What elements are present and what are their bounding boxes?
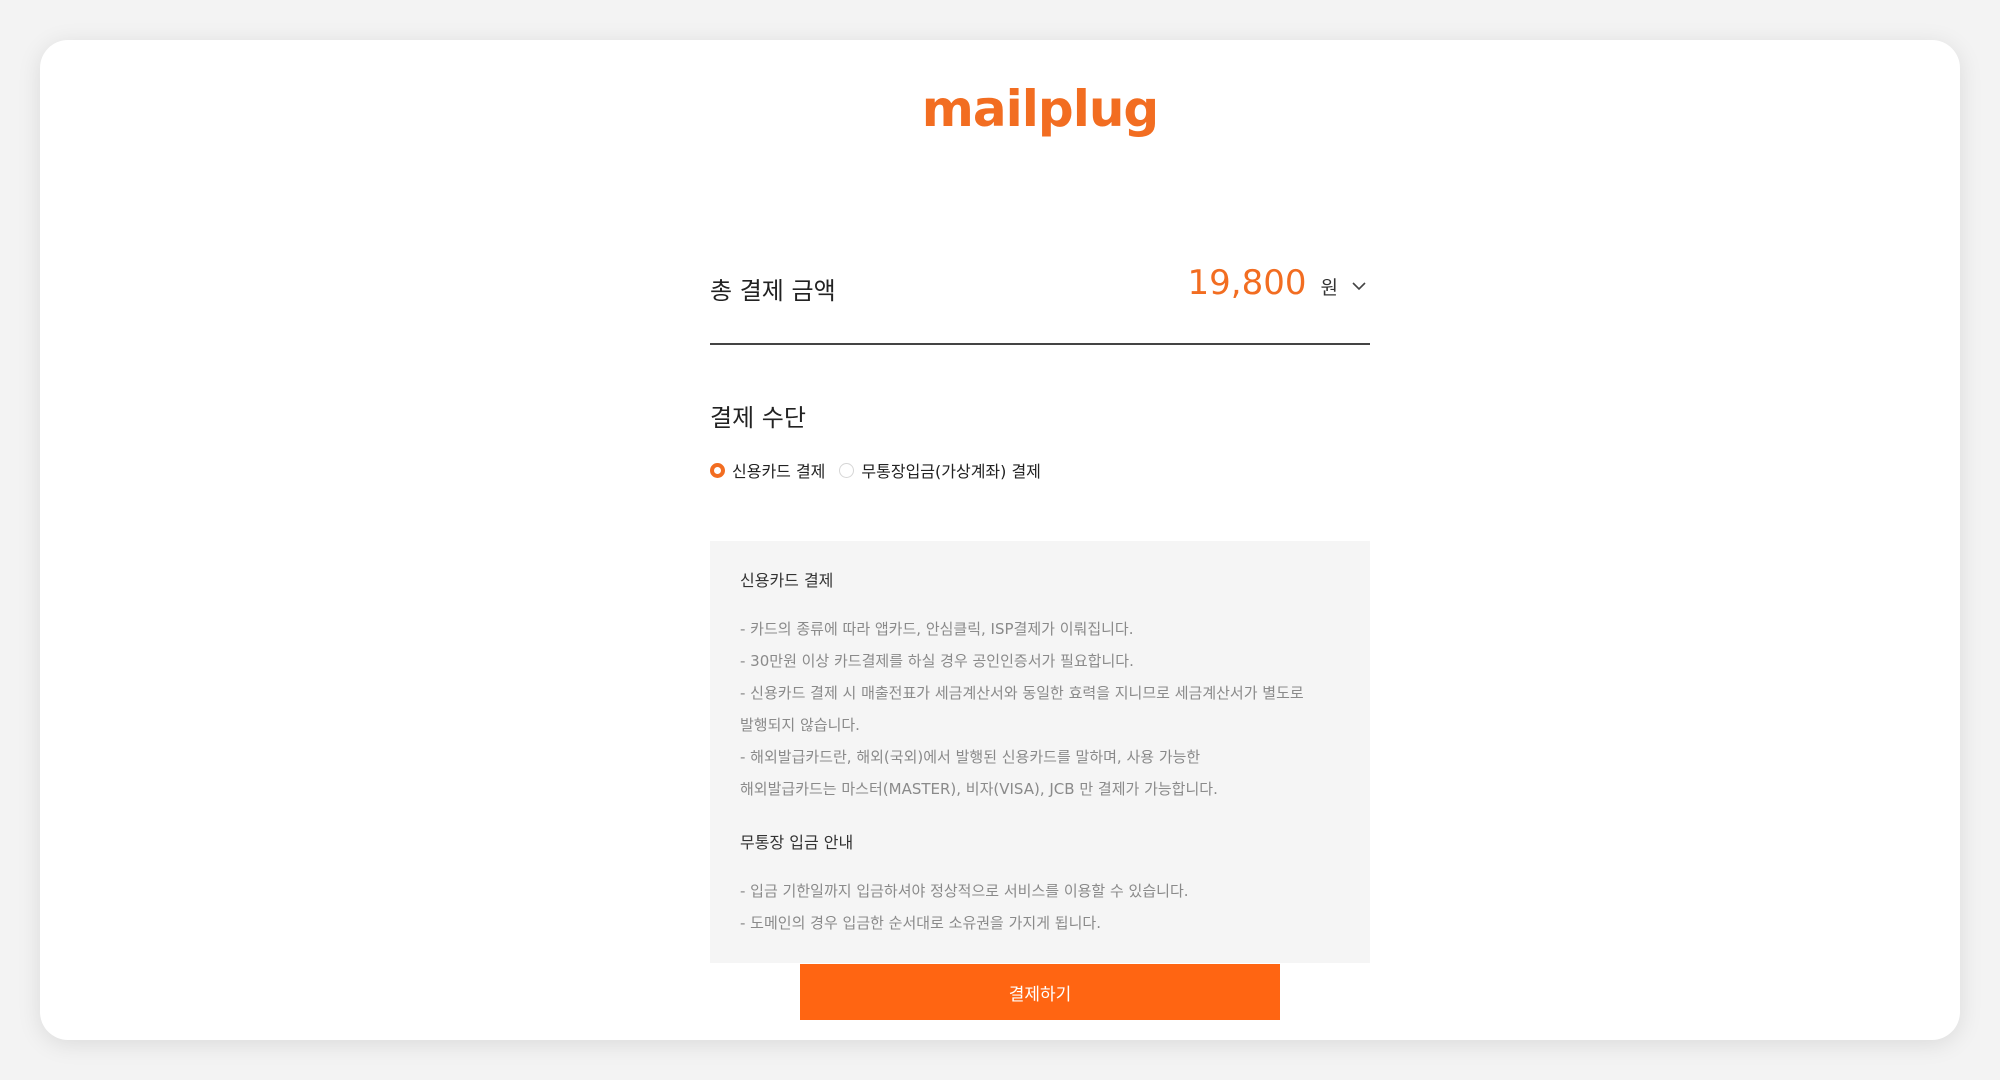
- card-notice-list: - 카드의 종류에 따라 앱카드, 안심클릭, ISP결제가 이뤄집니다. - …: [740, 613, 1340, 805]
- mailplug-logo: mailplug: [921, 80, 1159, 138]
- radio-selected-icon[interactable]: [710, 462, 725, 478]
- total-amount-row[interactable]: 총 결제 금액 19,800 원: [710, 233, 1370, 345]
- notice-line: - 입금 기한일까지 입금하셔야 정상적으로 서비스를 이용할 수 있습니다.: [740, 882, 1189, 900]
- notice-line: - 신용카드 결제 시 매출전표가 세금계산서와 동일한 효력을 지니므로 세금…: [740, 684, 1304, 702]
- pay-button[interactable]: 결제하기: [800, 964, 1280, 1020]
- notice-line: 발행되지 않습니다.: [740, 716, 860, 734]
- total-amount-display[interactable]: 19,800 원: [1188, 263, 1370, 303]
- notice-line: - 도메인의 경우 입금한 순서대로 소유권을 가지게 됩니다.: [740, 914, 1101, 932]
- chevron-down-icon[interactable]: [1348, 275, 1370, 297]
- payment-option-label: 무통장입금(가상계좌) 결제: [861, 462, 1041, 481]
- payment-option-label: 신용카드 결제: [732, 462, 826, 481]
- notice-line: 해외발급카드는 마스터(MASTER), 비자(VISA), JCB 만 결제가…: [740, 780, 1218, 798]
- notice-line: - 카드의 종류에 따라 앱카드, 안심클릭, ISP결제가 이뤄집니다.: [740, 620, 1134, 638]
- notice-line: - 30만원 이상 카드결제를 하실 경우 공인인증서가 필요합니다.: [740, 652, 1134, 670]
- payment-method-title: 결제 수단: [710, 404, 806, 432]
- card-notice-heading: 신용카드 결제: [740, 571, 834, 590]
- payment-method-options: 신용카드 결제 무통장입금(가상계좌) 결제: [710, 458, 1055, 482]
- bank-notice-heading: 무통장 입금 안내: [740, 833, 854, 852]
- payment-option-credit-card[interactable]: 신용카드 결제: [710, 458, 825, 482]
- bank-notice-list: - 입금 기한일까지 입금하셔야 정상적으로 서비스를 이용할 수 있습니다. …: [740, 875, 1340, 939]
- payment-window: mailplug 총 결제 금액 19,800 원 결제 수단 신용카드 결제 …: [40, 40, 1960, 1040]
- payment-notice-box: 신용카드 결제 - 카드의 종류에 따라 앱카드, 안심클릭, ISP결제가 이…: [710, 541, 1370, 963]
- radio-unselected-icon[interactable]: [839, 462, 855, 478]
- notice-line: - 해외발급카드란, 해외(국외)에서 발행된 신용카드를 말하며, 사용 가능…: [740, 748, 1201, 766]
- total-amount-value: 19,800: [1187, 263, 1307, 303]
- payment-option-bank-transfer[interactable]: 무통장입금(가상계좌) 결제: [839, 458, 1041, 482]
- currency-unit: 원: [1320, 277, 1338, 299]
- total-amount-label: 총 결제 금액: [710, 277, 836, 305]
